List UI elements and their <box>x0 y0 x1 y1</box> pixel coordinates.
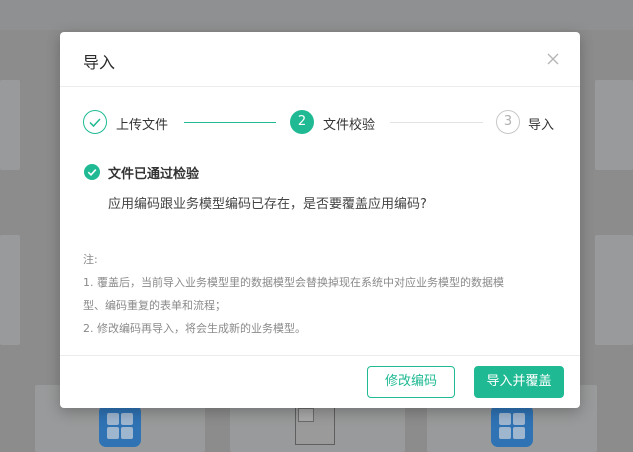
bg-card <box>0 80 20 170</box>
check-circle-icon <box>84 164 100 180</box>
modify-code-button[interactable]: 修改编码 <box>367 366 455 398</box>
bg-card <box>595 80 633 170</box>
dialog-header: 导入 <box>60 32 580 87</box>
import-dialog: 导入 上传文件 2 文件校验 3 导入 文件已通过检验 应用编码跟业务模型编码已… <box>60 32 580 408</box>
bg-card <box>0 235 20 345</box>
notes-line: 2. 修改编码再导入，将会生成新的业务模型。 <box>83 322 306 335</box>
app-grid-icon <box>99 405 141 447</box>
overwrite-question: 应用编码跟业务模型编码已存在，是否要覆盖应用编码? <box>108 197 427 212</box>
step-verify-number: 2 <box>290 110 314 134</box>
step-connector-pending <box>390 122 483 123</box>
bg-card <box>0 0 633 30</box>
bg-card <box>595 235 633 345</box>
step-verify-label: 文件校验 <box>323 118 376 133</box>
step-upload-status <box>83 110 107 134</box>
check-icon <box>89 118 101 128</box>
notes-line: 1. 覆盖后，当前导入业务模型里的数据模型会替换掉现在系统中对应业务模型的数据模 <box>83 276 504 289</box>
notes-block: 注: 1. 覆盖后，当前导入业务模型里的数据模型会替换掉现在系统中对应业务模型的… <box>83 248 553 340</box>
import-steps: 上传文件 2 文件校验 3 导入 <box>83 110 559 136</box>
step-upload-label: 上传文件 <box>116 118 169 133</box>
import-overwrite-button[interactable]: 导入并覆盖 <box>474 366 564 398</box>
step-import-number: 3 <box>496 110 520 134</box>
dialog-footer: 修改编码 导入并覆盖 <box>60 355 580 408</box>
notes-heading: 注: <box>83 253 98 266</box>
step-import-label: 导入 <box>528 118 555 133</box>
verify-result-title: 文件已通过检验 <box>108 167 200 182</box>
broken-image-icon <box>295 405 335 445</box>
dialog-title: 导入 <box>83 53 116 72</box>
step-connector-done <box>184 122 276 123</box>
close-icon[interactable] <box>546 52 560 66</box>
app-grid-icon <box>491 405 533 447</box>
notes-line: 型、编码重复的表单和流程； <box>83 299 226 312</box>
